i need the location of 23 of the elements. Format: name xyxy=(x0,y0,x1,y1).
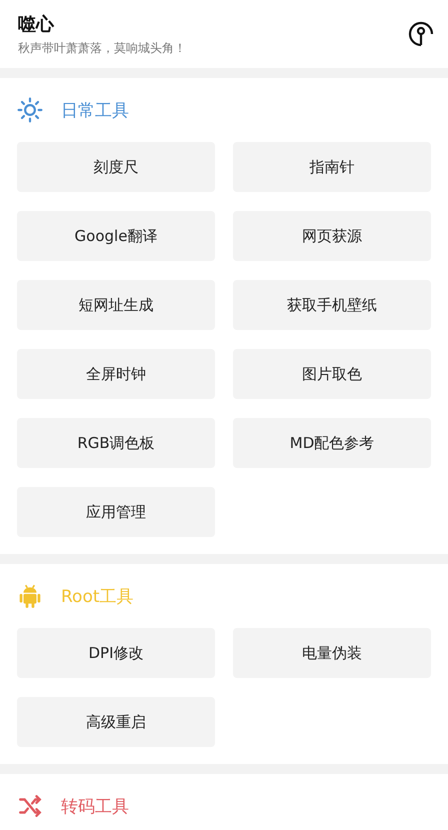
tool-button[interactable]: 电量伪装 xyxy=(233,628,431,678)
sun-icon xyxy=(17,97,43,123)
tool-button[interactable]: Google翻译 xyxy=(17,211,215,261)
tool-button[interactable]: 全屏时钟 xyxy=(17,349,215,399)
tool-button[interactable]: 获取手机壁纸 xyxy=(233,280,431,330)
tool-button[interactable]: 网页获源 xyxy=(233,211,431,261)
section-title: Root工具 xyxy=(61,586,134,608)
tool-button[interactable]: RGB调色板 xyxy=(17,418,215,468)
tool-button[interactable]: 应用管理 xyxy=(17,487,215,537)
tool-button[interactable]: 刻度尺 xyxy=(17,142,215,192)
shuffle-icon xyxy=(17,793,43,819)
tool-button[interactable]: 图片取色 xyxy=(233,349,431,399)
tool-button[interactable]: 高级重启 xyxy=(17,697,215,747)
section-title: 转码工具 xyxy=(61,796,129,818)
section-title: 日常工具 xyxy=(61,100,129,122)
tool-button[interactable]: DPI修改 xyxy=(17,628,215,678)
tool-button[interactable]: MD配色参考 xyxy=(233,418,431,468)
app-subtitle: 秋声带叶萧萧落，莫响城头角！ xyxy=(18,40,187,56)
app-title: 噬心 xyxy=(18,12,56,36)
android-icon xyxy=(17,583,43,609)
tool-button[interactable]: 指南针 xyxy=(233,142,431,192)
tool-button[interactable]: 短网址生成 xyxy=(17,280,215,330)
info-icon[interactable] xyxy=(408,21,434,47)
